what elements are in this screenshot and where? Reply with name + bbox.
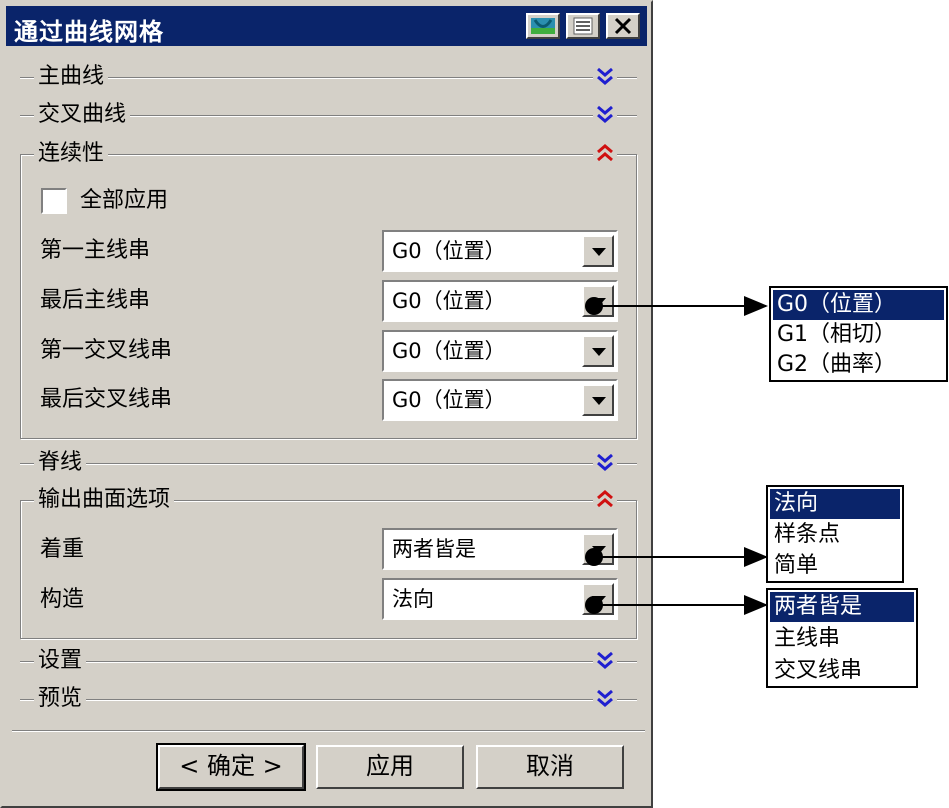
option-primary-strings[interactable]: 主线串 <box>770 624 914 654</box>
option-normal[interactable]: 法向 <box>770 489 900 519</box>
annotation-dot <box>585 548 603 566</box>
option-both[interactable]: 两者皆是 <box>770 592 914 622</box>
option-g0[interactable]: G0（位置） <box>773 290 944 320</box>
option-g2[interactable]: G2（曲率） <box>773 350 944 380</box>
emphasis-options-list: 两者皆是 主线串 交叉线串 <box>766 588 918 688</box>
option-g1[interactable]: G1（相切） <box>773 320 944 350</box>
annotation-dot <box>585 596 603 614</box>
continuity-options-list: G0（位置） G1（相切） G2（曲率） <box>769 286 948 382</box>
option-cross-strings[interactable]: 交叉线串 <box>770 656 914 686</box>
option-simple[interactable]: 简单 <box>770 551 900 581</box>
option-spline-points[interactable]: 样条点 <box>770 520 900 550</box>
construction-options-list: 法向 样条点 简单 <box>766 485 904 583</box>
annotation-dot <box>585 297 603 315</box>
